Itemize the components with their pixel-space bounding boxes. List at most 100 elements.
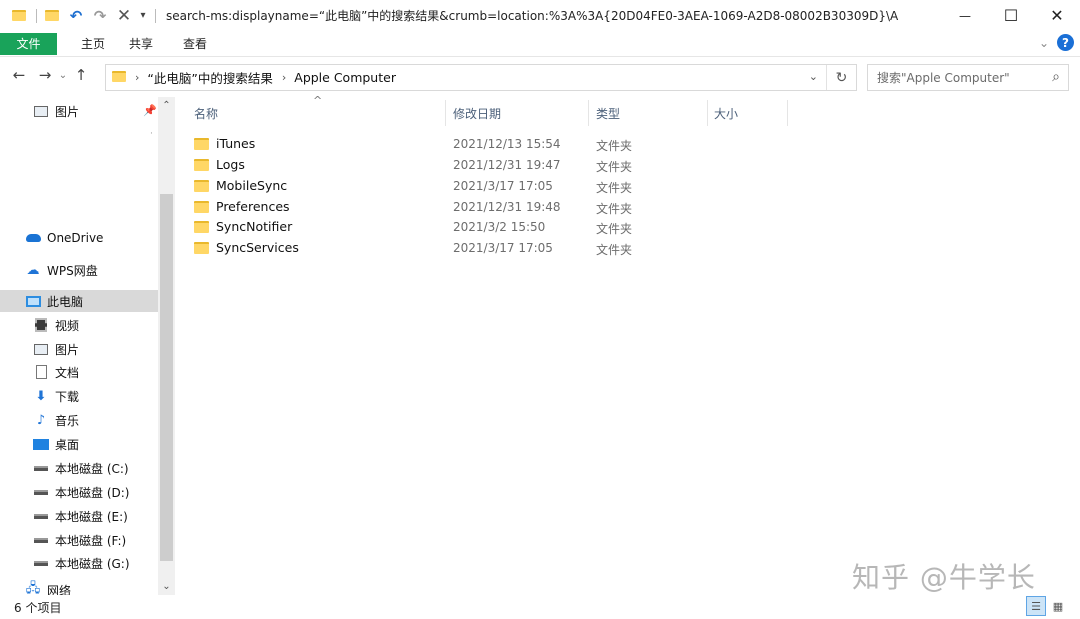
- file-date: 2021/3/17 17:05: [453, 179, 553, 193]
- scroll-down-icon[interactable]: ⌄: [158, 578, 175, 595]
- column-divider[interactable]: [787, 100, 788, 126]
- sidebar-item-label: 本地磁盘 (D:): [55, 485, 130, 500]
- search-placeholder: 搜索"Apple Computer": [877, 71, 1010, 85]
- toolbar-divider: [155, 8, 156, 23]
- drive-icon: [33, 556, 49, 570]
- folder-icon: [194, 241, 209, 254]
- recent-locations-icon[interactable]: ⌄: [56, 70, 70, 81]
- column-divider[interactable]: [445, 100, 446, 126]
- close-button[interactable]: ✕: [1034, 0, 1080, 31]
- sidebar-item-label: 本地磁盘 (F:): [55, 533, 127, 548]
- ribbon-tabs: 文件 主页 共享 查看 ⌄ ?: [0, 31, 1080, 57]
- file-type: 文件夹: [596, 139, 633, 153]
- search-icon[interactable]: ⌕: [1052, 69, 1060, 85]
- column-header-date[interactable]: 修改日期: [453, 100, 501, 126]
- breadcrumb-chevron-icon[interactable]: ›: [282, 71, 286, 84]
- sidebar-item-desktop[interactable]: 桌面: [0, 433, 158, 455]
- sidebar-item-label: 本地磁盘 (G:): [55, 556, 130, 571]
- new-folder-icon[interactable]: [41, 5, 63, 27]
- tab-share[interactable]: 共享: [119, 35, 163, 52]
- file-name: Logs: [216, 157, 245, 172]
- sidebar-item-downloads[interactable]: ⬇ 下载: [0, 385, 158, 407]
- sidebar-scrollbar[interactable]: ⌃ ⌄: [158, 97, 175, 595]
- customize-toolbar-icon[interactable]: ▾: [137, 5, 149, 27]
- search-input[interactable]: 搜索"Apple Computer" ⌕: [867, 64, 1069, 91]
- file-date: 2021/12/31 19:48: [453, 200, 561, 214]
- navigation-buttons: ← → ⌄ ↑: [8, 66, 92, 84]
- column-header-size[interactable]: 大小: [714, 100, 738, 126]
- sidebar-item-drive-c[interactable]: 本地磁盘 (C:): [0, 457, 158, 479]
- scroll-thumb[interactable]: [160, 194, 173, 561]
- refresh-icon[interactable]: ↻: [826, 65, 856, 90]
- sidebar-item-quick-pictures[interactable]: 图片: [0, 100, 158, 122]
- column-header-type[interactable]: 类型: [596, 100, 620, 126]
- sidebar-item-videos[interactable]: 视频: [0, 314, 158, 336]
- tab-view[interactable]: 查看: [173, 35, 217, 52]
- quick-access-toolbar: ↶ ↷ ✕ ▾: [0, 0, 160, 31]
- sidebar-item-this-pc[interactable]: 此电脑: [0, 290, 158, 312]
- column-divider[interactable]: [588, 100, 589, 126]
- table-row[interactable]: SyncNotifier 2021/3/2 15:50 文件夹: [194, 216, 794, 237]
- file-date: 2021/3/17 17:05: [453, 241, 553, 255]
- table-row[interactable]: MobileSync 2021/3/17 17:05 文件夹: [194, 175, 794, 196]
- sidebar-item-drive-e[interactable]: 本地磁盘 (E:): [0, 505, 158, 527]
- sidebar-item-label: 下载: [55, 389, 80, 404]
- file-type: 文件夹: [596, 222, 633, 236]
- forward-arrow-icon[interactable]: →: [34, 66, 56, 84]
- delete-icon[interactable]: ✕: [113, 5, 135, 27]
- expand-ribbon-icon[interactable]: ⌄: [1039, 36, 1049, 50]
- breadcrumb-chevron-icon[interactable]: ›: [135, 71, 139, 84]
- breadcrumb-search-results[interactable]: “此电脑”中的搜索结果: [147, 68, 272, 87]
- table-row[interactable]: Preferences 2021/12/31 19:48 文件夹: [194, 196, 794, 217]
- column-divider[interactable]: [707, 100, 708, 126]
- sidebar-item-label: 本地磁盘 (E:): [55, 509, 128, 524]
- title-bar: ↶ ↷ ✕ ▾ search-ms:displayname=“此电脑”中的搜索结…: [0, 0, 1080, 31]
- address-dropdown-icon[interactable]: ⌄: [809, 70, 818, 83]
- folder-icon: [194, 137, 209, 150]
- drive-icon: [33, 485, 49, 499]
- up-arrow-icon[interactable]: ↑: [70, 66, 92, 84]
- status-bar: 6 个项目 ☰ ▦: [0, 595, 1080, 619]
- sidebar-item-drive-g[interactable]: 本地磁盘 (G:): [0, 552, 158, 574]
- file-name: Preferences: [216, 199, 290, 214]
- sidebar-item-drive-f[interactable]: 本地磁盘 (F:): [0, 529, 158, 551]
- onedrive-cloud-icon: [25, 231, 41, 245]
- breadcrumb-apple-computer[interactable]: Apple Computer: [294, 70, 396, 85]
- folder-icon: [194, 200, 209, 213]
- redo-icon[interactable]: ↷: [89, 5, 111, 27]
- tab-file[interactable]: 文件: [0, 32, 57, 55]
- help-icon[interactable]: ?: [1057, 34, 1074, 51]
- sidebar-item-label: 音乐: [55, 413, 80, 428]
- window-title: search-ms:displayname=“此电脑”中的搜索结果&crumb=…: [166, 9, 899, 23]
- system-drive-icon: [33, 461, 49, 475]
- sidebar-item-pictures[interactable]: 图片: [0, 338, 158, 360]
- sidebar-item-label: 图片: [55, 342, 80, 357]
- maximize-button[interactable]: ☐: [988, 0, 1034, 31]
- sidebar-item-label: 此电脑: [47, 294, 84, 309]
- back-arrow-icon[interactable]: ←: [8, 66, 30, 84]
- details-view-icon[interactable]: ☰: [1026, 596, 1046, 616]
- table-row[interactable]: iTunes 2021/12/13 15:54 文件夹: [194, 133, 794, 154]
- drive-icon: [33, 509, 49, 523]
- sidebar-item-wps[interactable]: ☁ WPS网盘: [0, 259, 158, 281]
- computer-icon: [25, 294, 41, 308]
- scroll-up-icon[interactable]: ⌃: [158, 97, 175, 114]
- table-row[interactable]: SyncServices 2021/3/17 17:05 文件夹: [194, 237, 794, 258]
- tab-home[interactable]: 主页: [71, 35, 115, 52]
- table-row[interactable]: Logs 2021/12/31 19:47 文件夹: [194, 154, 794, 175]
- sidebar-item-onedrive[interactable]: OneDrive: [0, 227, 158, 249]
- sidebar-item-network[interactable]: 🖧 网络: [0, 581, 158, 595]
- address-bar[interactable]: › “此电脑”中的搜索结果 › Apple Computer ⌄ ↻: [105, 64, 857, 91]
- pin-icon[interactable]: 📌: [143, 104, 157, 117]
- pictures-icon: [33, 104, 49, 118]
- sidebar-item-drive-d[interactable]: 本地磁盘 (D:): [0, 481, 158, 503]
- column-header-name[interactable]: 名称: [194, 100, 218, 126]
- sidebar-item-documents[interactable]: 文档: [0, 361, 158, 383]
- file-name: iTunes: [216, 136, 256, 151]
- desktop-icon: [33, 437, 49, 451]
- sidebar-item-music[interactable]: ♪ 音乐: [0, 409, 158, 431]
- minimize-button[interactable]: —: [942, 0, 988, 31]
- undo-icon[interactable]: ↶: [65, 5, 87, 27]
- large-icons-view-icon[interactable]: ▦: [1048, 596, 1068, 616]
- sidebar-item-label: 图片: [55, 104, 80, 119]
